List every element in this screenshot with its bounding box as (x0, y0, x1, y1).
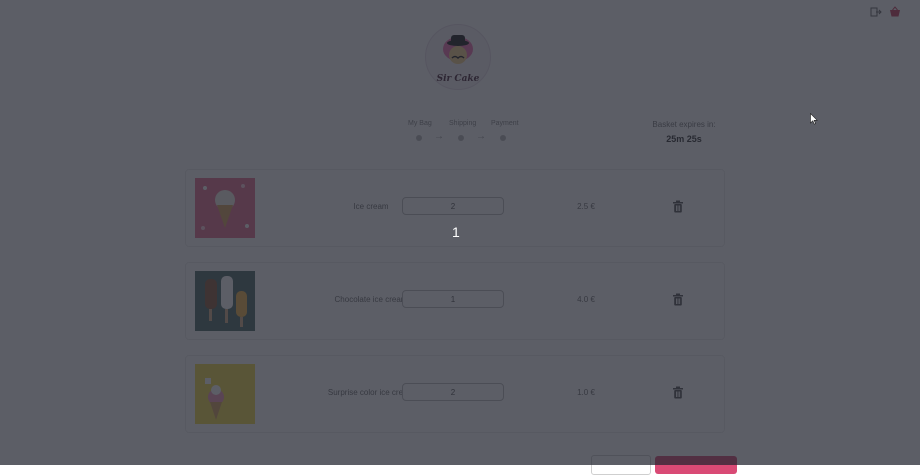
chef-mascot-icon (443, 35, 473, 64)
mouse-cursor-icon (810, 113, 818, 125)
basket-expiry: Basket expires in: 25m 25s (642, 120, 726, 144)
trash-icon[interactable] (672, 200, 684, 213)
back-button[interactable] (591, 455, 651, 475)
step-label-shipping: Shipping (449, 120, 477, 127)
quantity-input[interactable]: 1 (402, 290, 504, 308)
cart-page: Sir Cake My Bag Shipping Payment → → Bas… (0, 0, 920, 475)
logo[interactable]: Sir Cake (425, 24, 491, 90)
basket-expiry-time: 25m 25s (666, 134, 702, 144)
step-dot-payment[interactable] (500, 135, 506, 141)
ice-cream-product-image[interactable] (195, 178, 255, 238)
logo-text: Sir Cake (436, 74, 480, 84)
basket-icon[interactable] (889, 6, 901, 18)
trash-icon[interactable] (672, 386, 684, 399)
cart-item-row: Chocolate ice cream 1 4.0 € (185, 262, 725, 340)
step-label-payment: Payment (491, 120, 519, 127)
product-price: 4.0 € (577, 295, 595, 304)
product-price: 1.0 € (577, 388, 595, 397)
step-dot-my-bag[interactable] (416, 135, 422, 141)
cart-item-row: Surprise color ice cream 2 1.0 € (185, 355, 725, 433)
arrow-right-icon: → (434, 131, 444, 142)
continue-button[interactable] (655, 456, 737, 474)
step-label-my-bag: My Bag (408, 120, 432, 127)
basket-expiry-label: Basket expires in: (652, 120, 716, 129)
step-dot-shipping[interactable] (458, 135, 464, 141)
arrow-right-icon: → (476, 131, 486, 142)
chocolate-ice-cream-product-image[interactable] (195, 271, 255, 331)
surprise-color-ice-cream-product-image[interactable] (195, 364, 255, 424)
trash-icon[interactable] (672, 293, 684, 306)
quantity-hint: 1 (452, 224, 460, 240)
product-price: 2.5 € (577, 202, 595, 211)
checkout-steps: My Bag Shipping Payment → → (400, 118, 526, 146)
quantity-input[interactable]: 2 (402, 197, 504, 215)
quantity-input[interactable]: 2 (402, 383, 504, 401)
logout-icon[interactable] (870, 6, 882, 18)
